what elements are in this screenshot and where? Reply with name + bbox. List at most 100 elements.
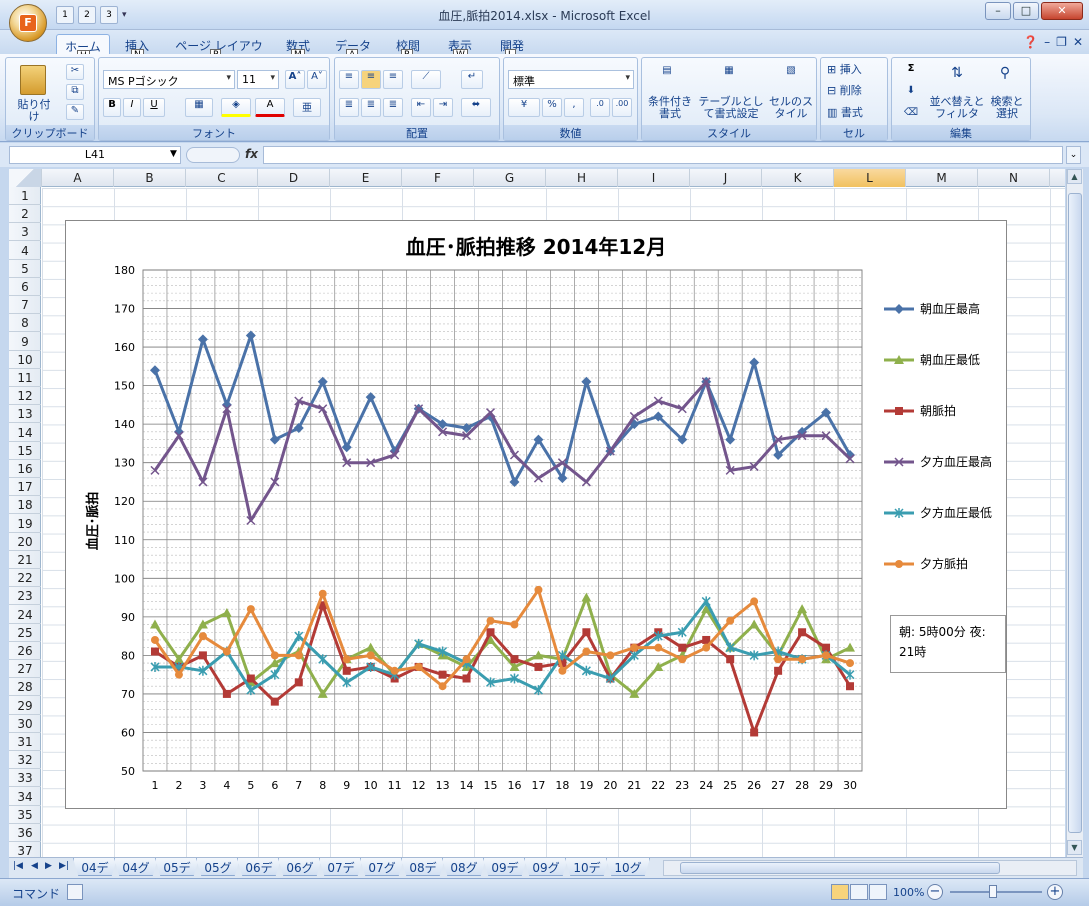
maximize-button[interactable]: □ (1013, 2, 1039, 20)
merge-center-icon[interactable]: ⬌ (461, 98, 491, 117)
phonetic-button[interactable]: 亜 (293, 98, 321, 117)
row-header-9[interactable]: 9 (9, 333, 41, 351)
page-layout-view-icon[interactable] (850, 884, 868, 900)
ribbon-minimize-icon[interactable]: – (1044, 35, 1050, 49)
currency-icon[interactable]: ¥ (508, 98, 540, 117)
sheet-tab[interactable]: 08グ (442, 858, 486, 876)
column-header-g[interactable]: G (474, 169, 546, 187)
row-header-14[interactable]: 14 (9, 424, 41, 442)
align-middle-icon[interactable]: ≡ (361, 70, 381, 89)
tab-page-layout[interactable]: ページ レイアウトP (170, 34, 268, 70)
find-select-button[interactable]: 検索と選択 (986, 96, 1028, 120)
format-cells-button[interactable]: ▥ 書式 (827, 107, 887, 119)
align-left-icon[interactable]: ≣ (339, 98, 359, 117)
vertical-scrollbar[interactable]: ▲ ▼ (1066, 169, 1083, 857)
sheet-tab[interactable]: 07デ (319, 858, 363, 876)
cut-icon[interactable]: ✂ (66, 64, 84, 80)
row-header-36[interactable]: 36 (9, 824, 41, 842)
orientation-icon[interactable]: ⟋ (411, 70, 441, 89)
column-header-a[interactable]: A (42, 169, 114, 187)
row-header-29[interactable]: 29 (9, 697, 41, 715)
sheet-tab[interactable]: 05グ (196, 858, 240, 876)
row-header-37[interactable]: 37 (9, 842, 41, 857)
shrink-font-button[interactable]: A˅ (307, 70, 327, 89)
row-header-2[interactable]: 2 (9, 205, 41, 224)
formula-input[interactable] (263, 146, 1063, 164)
formula-divider-handle[interactable] (186, 147, 240, 163)
sheet-tab[interactable]: 07グ (360, 858, 404, 876)
font-color-button[interactable]: A (255, 98, 285, 117)
row-header-24[interactable]: 24 (9, 606, 41, 624)
row-header-4[interactable]: 4 (9, 242, 41, 260)
tab-view[interactable]: 表示W (442, 34, 478, 61)
column-header-c[interactable]: C (186, 169, 258, 187)
align-right-icon[interactable]: ≣ (383, 98, 403, 117)
last-sheet-icon[interactable]: ▶| (59, 861, 69, 871)
comma-icon[interactable]: , (564, 98, 584, 117)
page-break-view-icon[interactable] (869, 884, 887, 900)
first-sheet-icon[interactable]: |◀ (13, 861, 23, 871)
customize-qat-icon[interactable]: ▾ (122, 10, 127, 20)
undo-icon[interactable]: 2 (78, 6, 96, 24)
prev-sheet-icon[interactable]: ◀ (31, 861, 38, 871)
horizontal-scrollbar[interactable] (663, 860, 1077, 876)
fill-icon[interactable]: ⬇ (898, 84, 924, 102)
horizontal-scroll-thumb[interactable] (680, 862, 1000, 874)
column-header-e[interactable]: E (330, 169, 402, 187)
sheet-tab[interactable]: 09デ (483, 858, 527, 876)
row-header-17[interactable]: 17 (9, 478, 41, 497)
format-as-table-icon[interactable]: ▦ (712, 64, 746, 94)
column-header-k[interactable]: K (762, 169, 834, 187)
row-header-23[interactable]: 23 (9, 587, 41, 606)
row-header-20[interactable]: 20 (9, 533, 41, 551)
row-header-11[interactable]: 11 (9, 369, 41, 387)
wrap-text-icon[interactable]: ↵ (461, 70, 483, 89)
office-button[interactable]: F (9, 4, 47, 42)
sort-filter-button[interactable]: 並べ替えとフィルタ (928, 96, 986, 120)
row-header-27[interactable]: 27 (9, 660, 41, 679)
column-header-l[interactable]: L (834, 169, 906, 187)
sheet-tab[interactable]: 06デ (237, 858, 281, 876)
cell-styles-button[interactable]: セルのスタイル (766, 96, 816, 120)
format-as-table-button[interactable]: テーブルとして書式設定 (698, 96, 764, 120)
row-header-5[interactable]: 5 (9, 260, 41, 278)
sheet-tab[interactable]: 09グ (524, 858, 568, 876)
scroll-down-icon[interactable]: ▼ (1067, 840, 1082, 855)
borders-button[interactable]: ▦ (185, 98, 213, 117)
row-header-8[interactable]: 8 (9, 314, 41, 333)
grow-font-button[interactable]: A˄ (285, 70, 305, 89)
delete-cells-button[interactable]: ⊟ 削除 (827, 85, 887, 97)
row-header-22[interactable]: 22 (9, 569, 41, 588)
ribbon-close-icon[interactable]: ✕ (1073, 35, 1083, 49)
vertical-scroll-thumb[interactable] (1068, 193, 1082, 833)
tab-home[interactable]: ホームH (56, 34, 110, 62)
decrease-decimal-icon[interactable]: .00 (612, 98, 632, 117)
insert-function-icon[interactable]: fx (245, 147, 258, 161)
column-header-d[interactable]: D (258, 169, 330, 187)
cell-styles-icon[interactable]: ▧ (774, 64, 808, 94)
zoom-level[interactable]: 100% (893, 886, 924, 899)
row-header-33[interactable]: 33 (9, 769, 41, 788)
sheet-tab[interactable]: 04デ (73, 858, 117, 876)
column-header-j[interactable]: J (690, 169, 762, 187)
row-header-21[interactable]: 21 (9, 551, 41, 569)
zoom-in-icon[interactable]: + (1047, 884, 1063, 900)
align-bottom-icon[interactable]: ≡ (383, 70, 403, 89)
row-header-13[interactable]: 13 (9, 405, 41, 424)
row-header-35[interactable]: 35 (9, 806, 41, 824)
sheet-tab[interactable]: 08デ (401, 858, 445, 876)
column-header-i[interactable]: I (618, 169, 690, 187)
sheet-tab[interactable]: 10デ (565, 858, 609, 876)
row-header-7[interactable]: 7 (9, 296, 41, 315)
row-header-30[interactable]: 30 (9, 715, 41, 733)
tab-formulas[interactable]: 数式M (280, 34, 316, 61)
macro-record-icon[interactable] (67, 884, 83, 900)
help-icon[interactable]: ❓ (1023, 35, 1038, 49)
sheet-tab[interactable]: 10グ (606, 858, 650, 876)
next-sheet-icon[interactable]: ▶ (45, 861, 52, 871)
name-box-dropdown-icon[interactable]: ▼ (170, 149, 177, 159)
align-center-icon[interactable]: ≣ (361, 98, 381, 117)
row-header-34[interactable]: 34 (9, 788, 41, 806)
select-all-button[interactable] (9, 169, 42, 187)
paste-button[interactable]: 貼り付け (12, 62, 54, 123)
